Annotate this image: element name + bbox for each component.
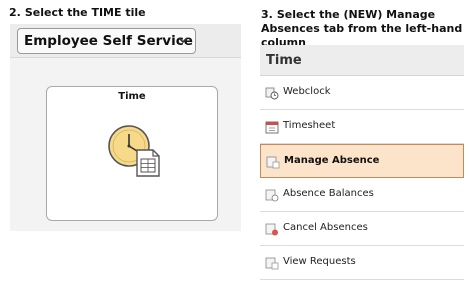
homepage-panel: Employee Self Service Time xyxy=(10,24,241,231)
nav-item-label: View Requests xyxy=(283,256,356,267)
homepage-selector-label: Employee Self Service xyxy=(24,33,193,49)
requests-icon xyxy=(265,257,279,270)
nav-item-label: Webclock xyxy=(283,86,331,97)
step-3-text: Select the (NEW) Manage Absences tab fro… xyxy=(261,8,463,49)
nav-item-timesheet[interactable]: Timesheet xyxy=(260,110,464,144)
clock-document-icon xyxy=(108,125,160,177)
nav-item-label: Timesheet xyxy=(283,120,336,131)
chevron-down-icon xyxy=(178,37,188,44)
balance-icon xyxy=(265,189,279,202)
cancel-icon xyxy=(265,223,278,236)
step-2-number: 2. xyxy=(9,6,21,19)
calendar-icon xyxy=(265,121,279,134)
nav-item-webclock[interactable]: Webclock xyxy=(260,76,464,110)
homepage-header: Employee Self Service xyxy=(10,24,241,58)
time-navigation-header: Time xyxy=(260,45,464,76)
nav-item-view-requests[interactable]: View Requests xyxy=(260,246,464,280)
time-navigation-panel: Time Webclock Timesheet Manage Absence A… xyxy=(260,45,464,285)
time-tile-title: Time xyxy=(118,91,146,102)
nav-item-manage-absence[interactable]: Manage Absence xyxy=(260,144,464,178)
step-3-instruction: 3. Select the (NEW) Manage Absences tab f… xyxy=(261,8,471,50)
nav-item-cancel-absences[interactable]: Cancel Absences xyxy=(260,212,464,246)
webclock-icon xyxy=(265,87,279,100)
nav-item-label: Absence Balances xyxy=(283,188,374,199)
homepage-selector[interactable]: Employee Self Service xyxy=(17,28,196,54)
time-tile[interactable]: Time xyxy=(46,86,218,221)
step-3-number: 3. xyxy=(261,8,273,21)
step-2-text: Select the TIME tile xyxy=(24,6,146,19)
time-navigation-title: Time xyxy=(266,53,302,68)
nav-item-label: Cancel Absences xyxy=(283,222,368,233)
nav-item-label: Manage Absence xyxy=(284,155,380,166)
absence-icon xyxy=(266,156,280,169)
step-2-instruction: 2. Select the TIME tile xyxy=(9,6,146,20)
nav-item-absence-balances[interactable]: Absence Balances xyxy=(260,178,464,212)
